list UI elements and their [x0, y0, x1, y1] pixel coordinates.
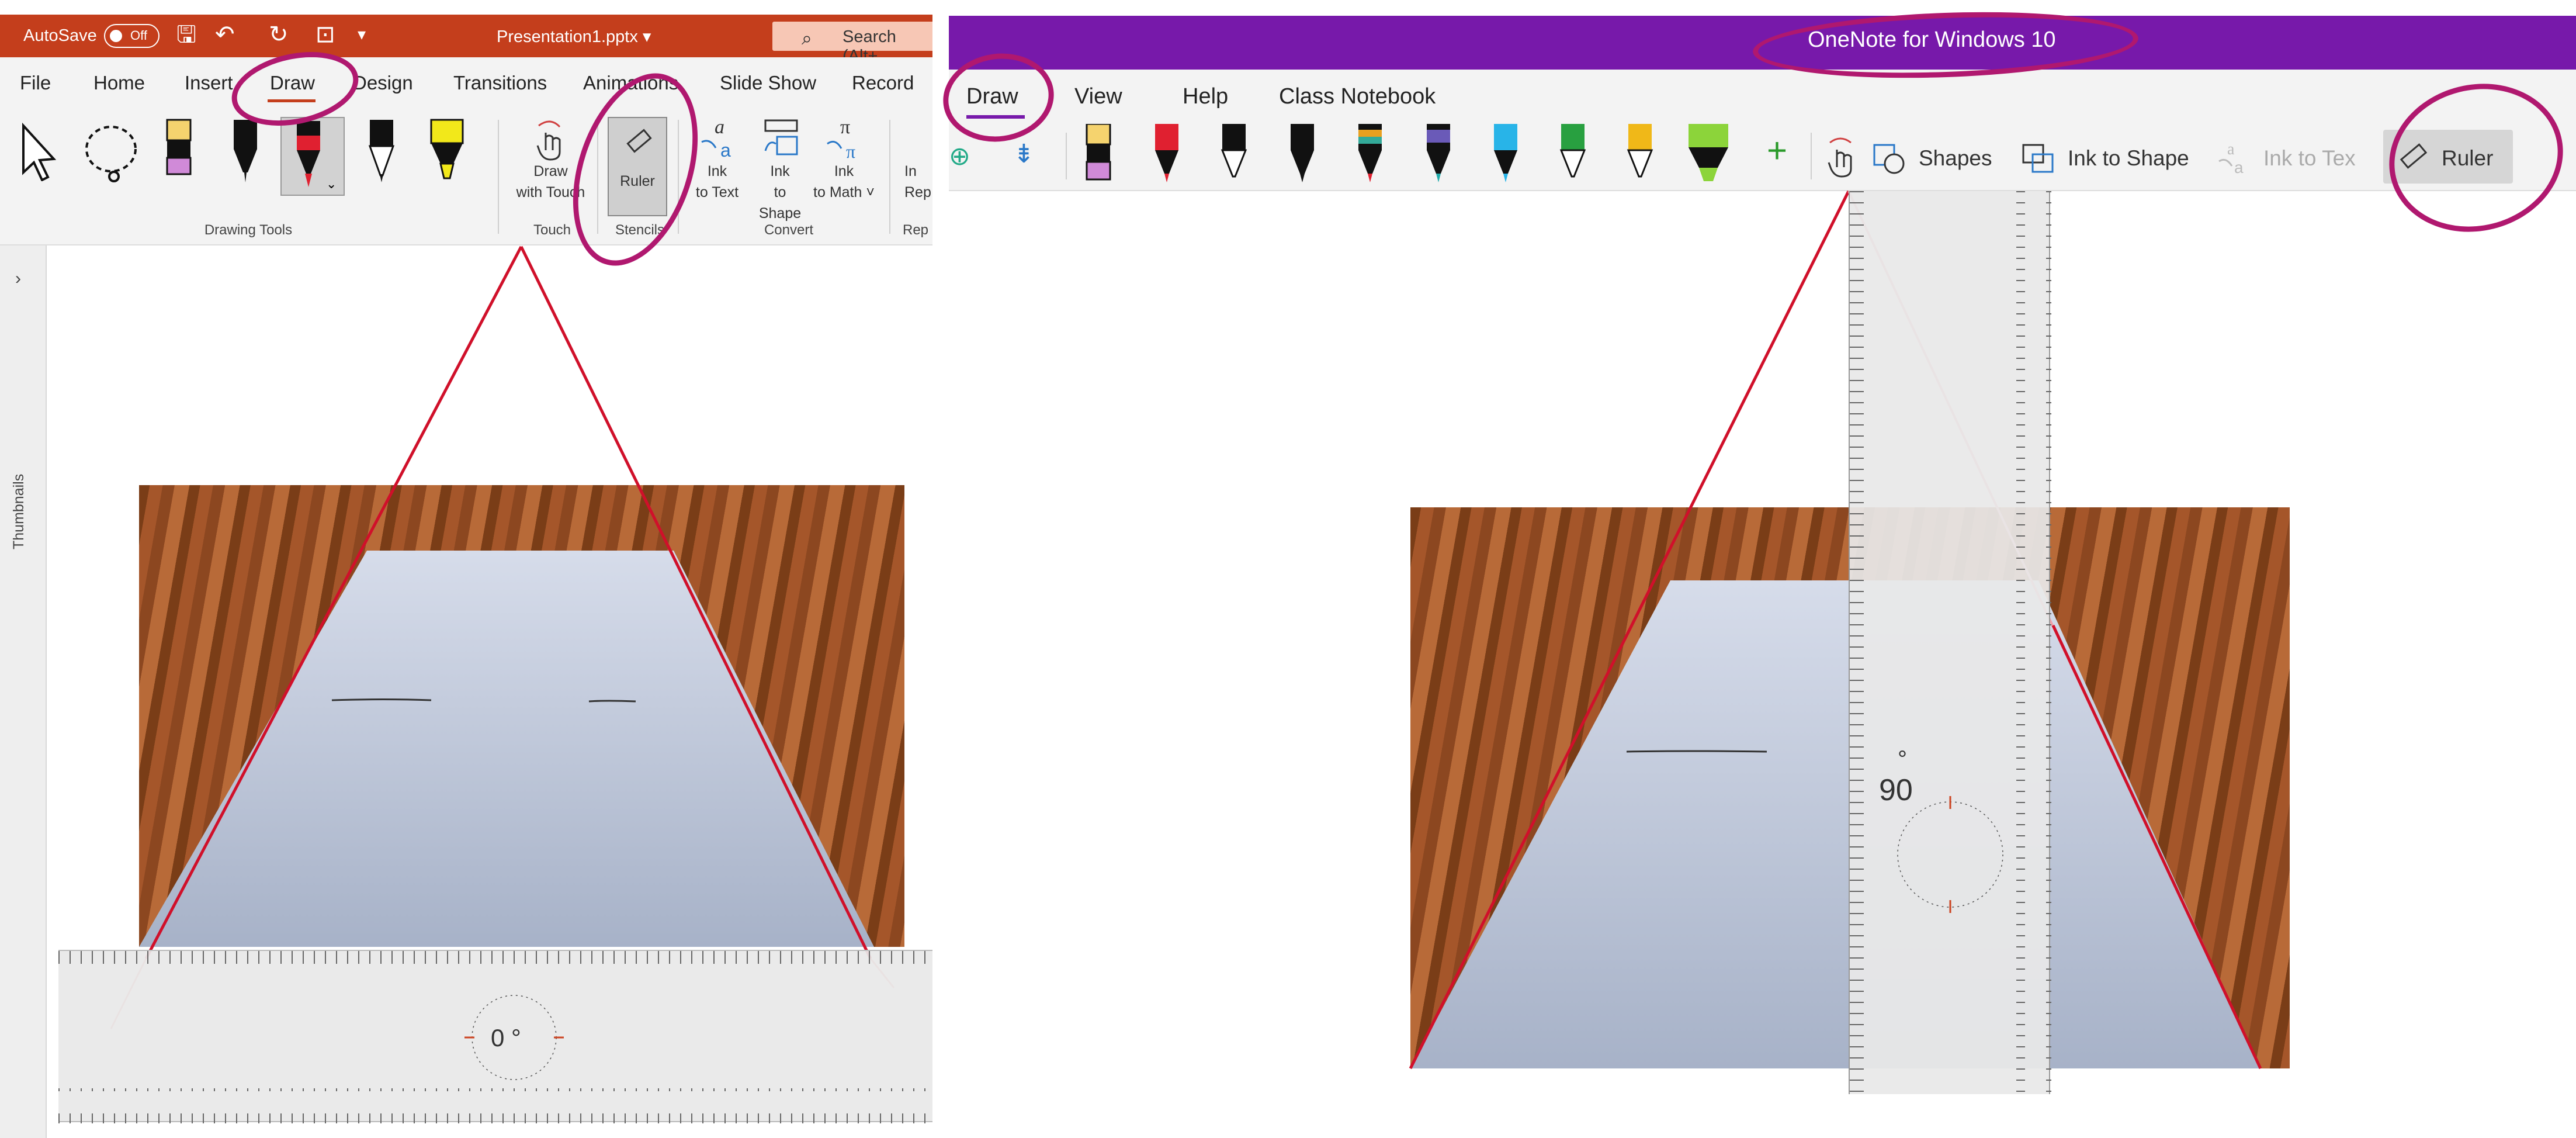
ruler-stencil[interactable]: 90 ° [1849, 191, 2051, 1094]
ruler-angle-readout: 0 ° [491, 1024, 521, 1051]
ruler-angle-readout: 90 [1879, 773, 1913, 807]
drawn-guide-lines [1409, 190, 2262, 1070]
degree-symbol: ° [1898, 746, 1907, 772]
powerpoint-window: AutoSave Off 🖫 ↶ ↻ ⊡ ▾ Presentation1.ppt… [0, 0, 932, 1138]
onenote-window: OneNote for Windows 10 Draw View Help Cl… [949, 0, 2576, 1138]
ruler-stencil[interactable]: 0 ° [58, 950, 932, 1123]
ruler-ticks [1850, 191, 2051, 1094]
